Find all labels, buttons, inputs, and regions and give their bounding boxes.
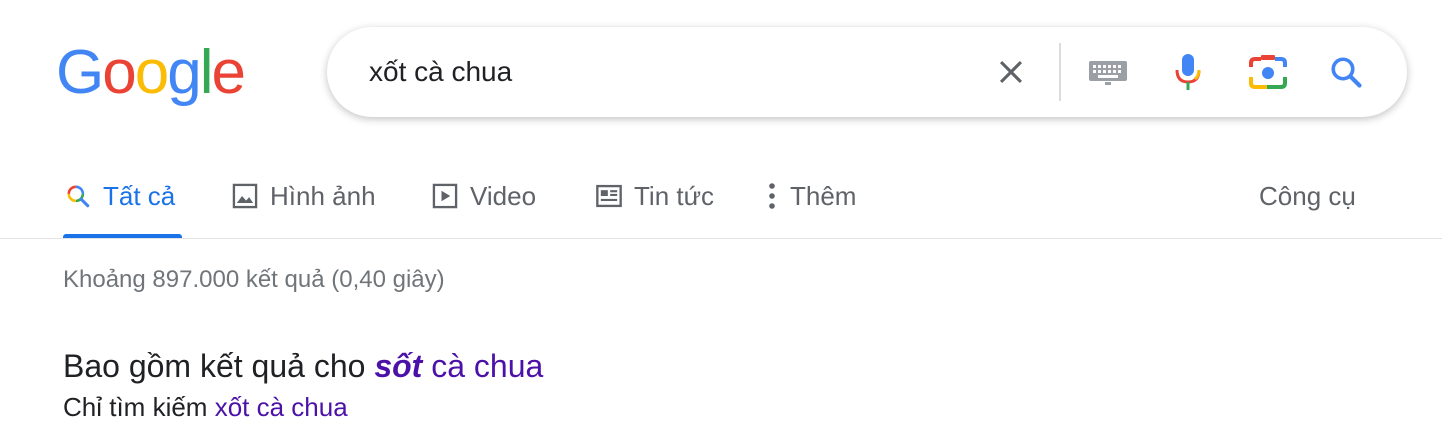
showing-results-for: Bao gồm kết quả cho sốt cà chua (63, 348, 543, 385)
tools-label: Công cụ (1259, 180, 1356, 211)
search-instead-prefix: Chỉ tìm kiếm (63, 392, 215, 422)
camera-lens-icon[interactable] (1247, 51, 1289, 93)
corrected-word: sốt (374, 348, 423, 384)
tools-button[interactable]: Công cụ (1259, 176, 1356, 216)
keyboard-icon[interactable] (1087, 51, 1129, 93)
search-icon[interactable] (1325, 51, 1367, 93)
tab-images[interactable]: Hình ảnh (230, 176, 376, 216)
search-instead: Chỉ tìm kiếm xốt cà chua (63, 392, 348, 423)
tab-all[interactable]: Tất cả (63, 176, 175, 216)
tab-label: Tất cả (103, 180, 176, 211)
microphone-icon[interactable] (1167, 51, 1209, 93)
video-icon (430, 181, 460, 211)
logo-letter: l (199, 38, 214, 107)
tab-label: Tin tức (634, 180, 715, 211)
result-stats: Khoảng 897.000 kết quả (0,40 giây) (63, 266, 445, 293)
tab-label: Video (470, 180, 537, 211)
search-input[interactable]: xốt cà chua (369, 56, 512, 88)
original-query-link[interactable]: xốt cà chua (215, 392, 348, 422)
logo-letter: g (167, 38, 202, 107)
correction-prefix: Bao gồm kết quả cho (63, 348, 375, 384)
search-icon (63, 181, 93, 211)
tab-label: Hình ảnh (270, 180, 376, 211)
more-vert-icon (762, 181, 782, 211)
news-icon (594, 181, 624, 211)
image-icon (230, 181, 260, 211)
tab-label: Thêm (790, 180, 857, 211)
search-tabs: Tất cả Hình ảnh Video Tin tức Thêm Công … (0, 160, 1442, 240)
clear-icon[interactable] (990, 51, 1032, 93)
google-logo[interactable]: Google (56, 38, 246, 107)
tab-more[interactable]: Thêm (762, 176, 856, 216)
logo-letter: o (102, 38, 137, 107)
logo-letter: e (211, 38, 246, 107)
tab-news[interactable]: Tin tức (594, 176, 714, 216)
tabs-divider (0, 238, 1442, 239)
tab-video[interactable]: Video (430, 176, 536, 216)
search-box-divider (1059, 43, 1061, 101)
logo-letter: o (134, 38, 170, 107)
logo-letter: G (56, 38, 104, 107)
search-box[interactable]: xốt cà chua (327, 27, 1407, 117)
corrected-rest: cà chua (422, 348, 544, 384)
corrected-query-link[interactable]: sốt cà chua (374, 348, 543, 384)
